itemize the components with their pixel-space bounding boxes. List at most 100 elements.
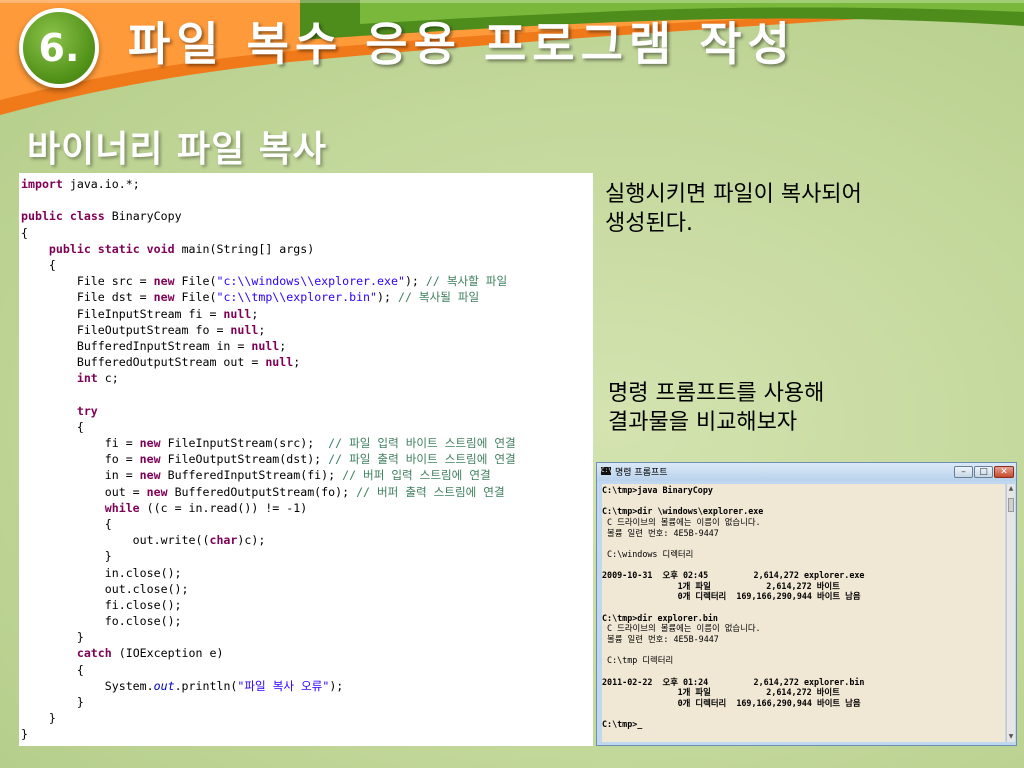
code-token: int bbox=[76, 371, 98, 386]
console-line: 볼륨 일련 번호: 4E5B-9447 bbox=[602, 527, 719, 538]
console-line: 1개 파일 2,614,272 바이트 bbox=[602, 687, 840, 698]
code-token: catch bbox=[76, 646, 112, 661]
scroll-up-arrow-icon[interactable]: ▲ bbox=[1007, 484, 1015, 494]
note-copy-result-line1: 실행시키면 파일이 복사되어 bbox=[605, 182, 862, 207]
code-token: { bbox=[21, 225, 28, 240]
code-token: } bbox=[21, 727, 28, 742]
code-token: FileOutputStream(dst); bbox=[160, 452, 329, 467]
console-line: 2009-10-31 오후 02:45 2,614,272 explorer.e… bbox=[602, 570, 865, 581]
code-token: ; bbox=[258, 322, 266, 337]
maximize-button[interactable]: □ bbox=[974, 466, 993, 478]
code-token: BufferedOutputStream out = bbox=[21, 355, 266, 370]
console-line: 볼륨 일련 번호: 4E5B-9447 bbox=[602, 633, 719, 644]
code-line: File dst = new File("c:\\tmp\\explorer.b… bbox=[21, 289, 593, 305]
code-listing: import java.io.*; public class BinaryCop… bbox=[19, 173, 593, 743]
code-token: class bbox=[69, 209, 105, 224]
note-compare-results-line2: 결과물을 비교해보자 bbox=[608, 410, 798, 435]
code-token: fo = bbox=[21, 452, 140, 467]
code-token: in.close(); bbox=[21, 565, 182, 580]
code-token: ((c = in.read()) != -1) bbox=[139, 500, 308, 515]
code-line: in.close(); bbox=[21, 565, 593, 581]
code-token: out = bbox=[21, 484, 147, 499]
code-line: public class BinaryCopy bbox=[21, 208, 593, 224]
code-token: fo.close(); bbox=[21, 614, 182, 629]
code-line: { bbox=[21, 257, 593, 273]
console-line: C:\tmp>dir explorer.bin bbox=[602, 612, 718, 623]
code-token: ; bbox=[251, 306, 259, 321]
code-token: { bbox=[21, 419, 84, 434]
section-subtitle: 바이너리 파일 복사 bbox=[27, 129, 328, 170]
command-prompt-titlebar[interactable]: C:\ 명령 프롬프트 – □ ✕ bbox=[597, 463, 1016, 481]
command-prompt-title: 명령 프롬프트 bbox=[615, 468, 668, 478]
code-token: new bbox=[139, 468, 161, 483]
console-output-area[interactable]: C:\tmp>java BinaryCopy C:\tmp>dir \windo… bbox=[602, 484, 1005, 742]
code-token: BufferedInputStream in = bbox=[21, 338, 252, 353]
console-line: C:\tmp>_ bbox=[602, 719, 643, 730]
code-line: fi.close(); bbox=[21, 597, 593, 613]
scroll-down-arrow-icon[interactable]: ▼ bbox=[1007, 732, 1015, 742]
command-prompt-window: C:\ 명령 프롬프트 – □ ✕ C:\tmp>java BinaryCopy… bbox=[596, 462, 1017, 746]
console-scrollbar[interactable]: ▲ ▼ bbox=[1006, 484, 1015, 742]
code-line: FileInputStream fi = null; bbox=[21, 306, 593, 322]
console-line: 2011-02-22 오후 01:24 2,614,272 explorer.b… bbox=[602, 676, 865, 687]
code-panel: import java.io.*; public class BinaryCop… bbox=[19, 173, 593, 746]
page-title: 파일 복수 응용 프로그램 작성 bbox=[128, 17, 796, 71]
code-token: null bbox=[223, 306, 252, 321]
code-token: // 복사될 파일 bbox=[397, 290, 480, 305]
console-line: C:\windows 디렉터리 bbox=[602, 548, 694, 559]
close-button[interactable]: ✕ bbox=[994, 466, 1014, 478]
code-token: public bbox=[21, 209, 63, 224]
section-number-badge: 6. bbox=[19, 8, 99, 88]
code-token: public bbox=[48, 241, 91, 256]
code-token: FileInputStream fi = bbox=[21, 306, 224, 321]
code-line: { bbox=[21, 419, 593, 435]
minimize-button[interactable]: – bbox=[954, 466, 973, 478]
code-token: "c:\\windows\\explorer.exe" bbox=[216, 274, 405, 289]
code-token: )c); bbox=[237, 533, 266, 548]
code-line: File src = new File("c:\\windows\\explor… bbox=[21, 273, 593, 289]
code-token: char bbox=[209, 533, 238, 548]
code-line: out.close(); bbox=[21, 581, 593, 597]
code-line: out = new BufferedOutputStream(fo); // 버… bbox=[21, 484, 593, 500]
note-copy-result: 실행시키면 파일이 복사되어 생성된다. bbox=[605, 180, 862, 238]
code-line: out.write((char)c); bbox=[21, 532, 593, 548]
slide-header: 6. 파일 복수 응용 프로그램 작성 bbox=[0, 0, 1024, 115]
code-token: BinaryCopy bbox=[104, 209, 182, 224]
scroll-thumb[interactable] bbox=[1008, 498, 1014, 512]
code-token: // 복사할 파일 bbox=[425, 274, 508, 289]
code-token: File( bbox=[174, 290, 217, 305]
note-compare-results: 명령 프롬프트를 사용해 결과물을 비교해보자 bbox=[608, 379, 824, 437]
code-line: { bbox=[21, 516, 593, 532]
code-line: } bbox=[21, 726, 593, 742]
code-token: null bbox=[230, 322, 259, 337]
note-copy-result-line2: 생성된다. bbox=[605, 211, 693, 236]
code-token: (IOException e) bbox=[111, 646, 224, 661]
console-line: C 드라이브의 볼륨에는 이름이 없습니다. bbox=[602, 623, 761, 634]
code-token: } bbox=[21, 549, 112, 564]
code-token: { bbox=[21, 516, 112, 531]
code-token: new bbox=[146, 484, 168, 499]
code-line: System.out.println("파일 복사 오류"); bbox=[21, 678, 593, 694]
code-token: null bbox=[251, 338, 280, 353]
code-token: // 버퍼 입력 스트림에 연결 bbox=[342, 468, 491, 483]
code-token: FileOutputStream fo = bbox=[21, 322, 231, 337]
code-line: in = new BufferedInputStream(fi); // 버퍼 … bbox=[21, 467, 593, 483]
console-line: 1개 파일 2,614,272 바이트 bbox=[602, 580, 840, 591]
console-line: C:\tmp>dir \windows\explorer.exe bbox=[602, 506, 764, 517]
code-token: new bbox=[153, 274, 175, 289]
code-line: while ((c = in.read()) != -1) bbox=[21, 500, 593, 516]
code-token: System. bbox=[21, 678, 154, 693]
